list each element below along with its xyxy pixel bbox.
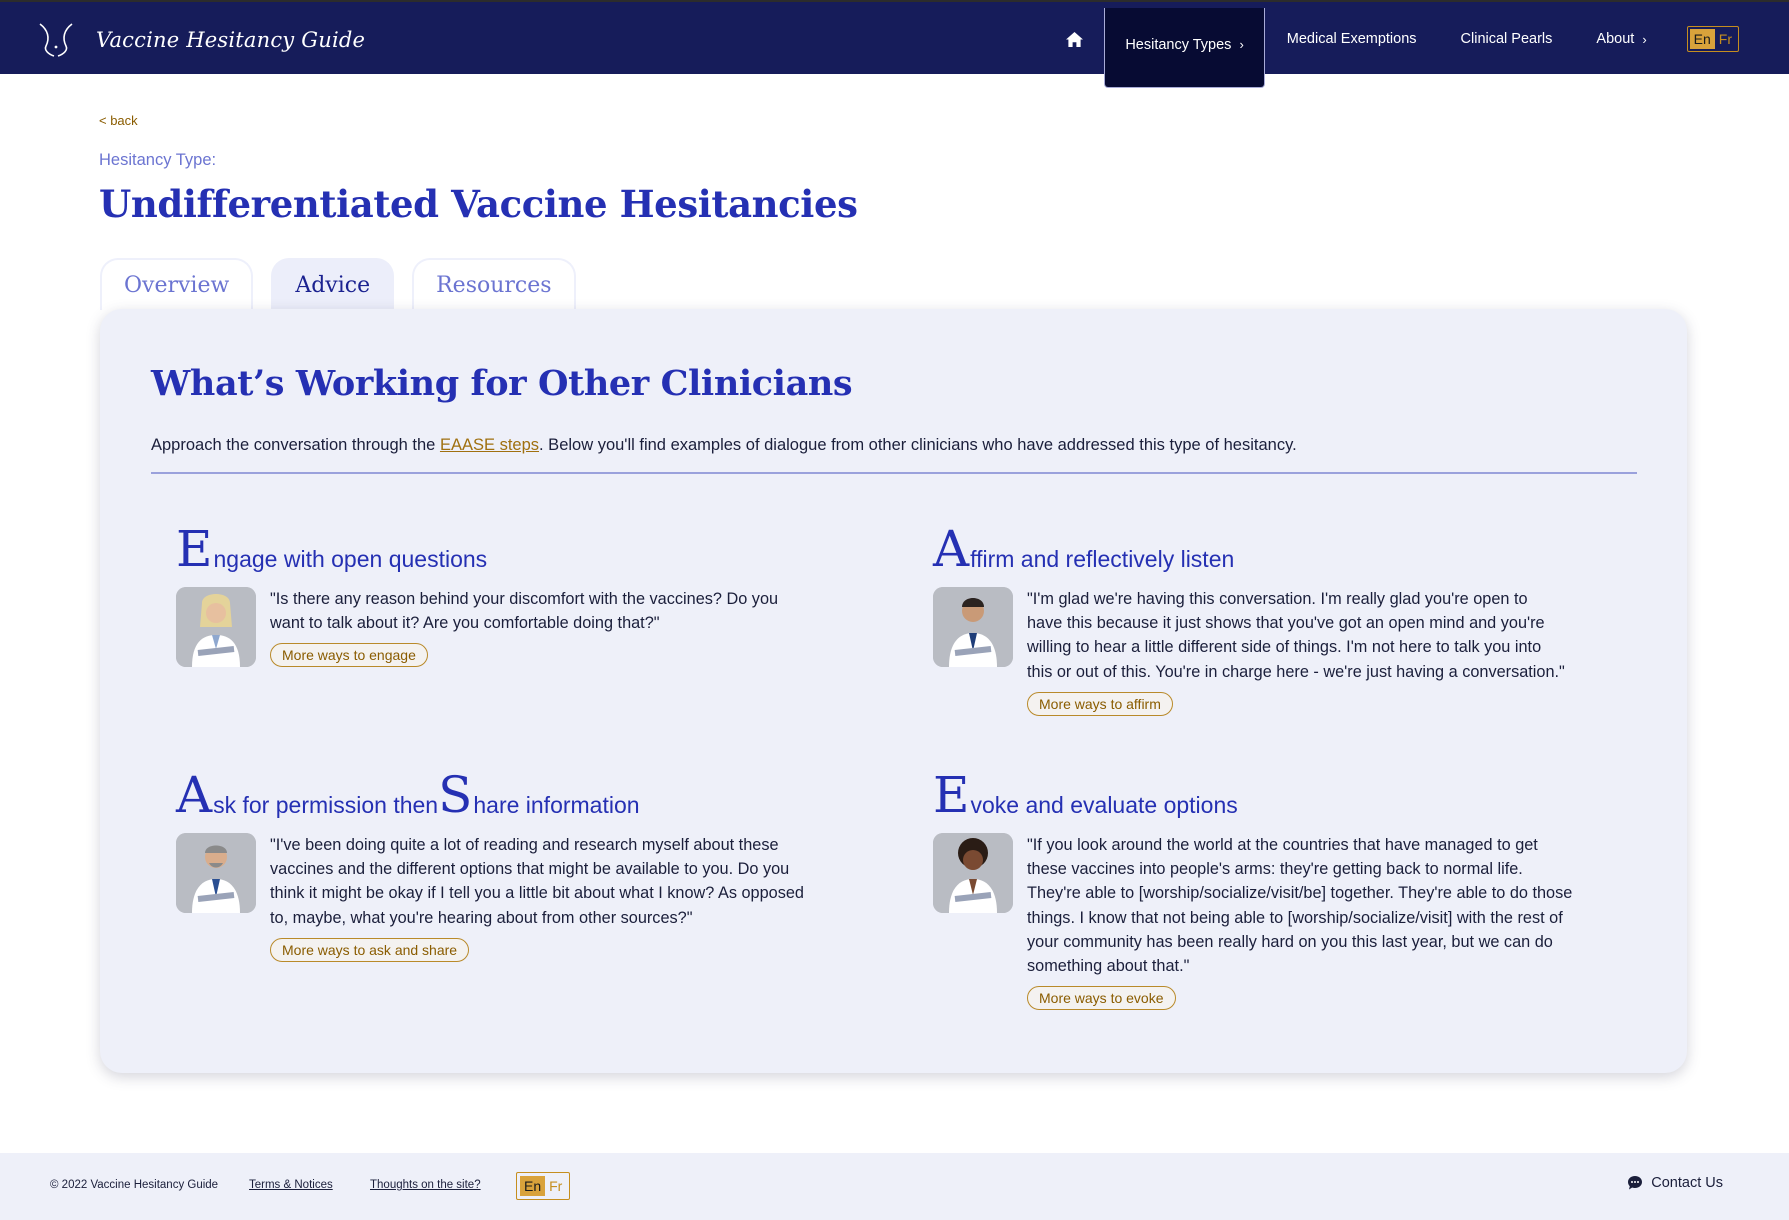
step-ask-share: A sk for permission then S hare informat… bbox=[176, 761, 810, 962]
clinician-quote: "I've been doing quite a lot of reading … bbox=[270, 836, 804, 927]
step-affirm: A ffirm and reflectively listen "I'm gla… bbox=[933, 515, 1567, 716]
nav-label: Medical Exemptions bbox=[1286, 31, 1417, 47]
logo-mark-icon bbox=[39, 23, 73, 57]
advice-card: What’s Working for Other Clinicians Appr… bbox=[100, 309, 1687, 1073]
nav-medical-exemptions[interactable]: Medical Exemptions bbox=[1265, 2, 1439, 76]
terms-link[interactable]: Terms & Notices bbox=[249, 1179, 333, 1191]
step-body: "If you look around the world at the cou… bbox=[933, 833, 1579, 1011]
contact-us-button[interactable]: Contact Us bbox=[1627, 1175, 1723, 1191]
clinician-quote: "Is there any reason behind your discomf… bbox=[270, 590, 779, 633]
copyright: © 2022 Vaccine Hesitancy Guide bbox=[50, 1179, 219, 1191]
site-logo[interactable]: Vaccine Hesitancy Guide bbox=[36, 20, 365, 60]
step-engage: E ngage with open questions "Is there an… bbox=[176, 515, 810, 668]
content-tabs: Overview Advice Resources bbox=[100, 258, 594, 310]
step-heading-text: ngage with open questions bbox=[213, 546, 488, 572]
clinician-quote: "If you look around the world at the cou… bbox=[1027, 836, 1573, 976]
chat-bubble-icon bbox=[1628, 1176, 1643, 1190]
main-nav: Hesitancy Types › Medical Exemptions Cli… bbox=[1050, 2, 1739, 88]
clinician-avatar-icon bbox=[176, 833, 256, 913]
eaase-steps-link[interactable]: EAASE steps bbox=[440, 436, 539, 454]
feedback-link[interactable]: Thoughts on the site? bbox=[370, 1179, 481, 1191]
home-button[interactable] bbox=[1050, 2, 1098, 76]
step-evoke: E voke and evaluate options "If you look… bbox=[933, 761, 1579, 1011]
step-heading: E voke and evaluate options bbox=[933, 761, 1579, 824]
drop-cap: A bbox=[933, 520, 970, 578]
clinician-avatar bbox=[933, 833, 1013, 913]
step-body: "I've been doing quite a lot of reading … bbox=[176, 833, 810, 962]
more-ways-ask-share-button[interactable]: More ways to ask and share bbox=[270, 937, 470, 962]
divider bbox=[151, 472, 1637, 474]
step-heading: A sk for permission then S hare informat… bbox=[176, 761, 810, 824]
language-toggle: En Fr bbox=[1686, 26, 1739, 52]
nav-label: Clinical Pearls bbox=[1460, 31, 1553, 47]
tab-resources[interactable]: Resources bbox=[412, 258, 576, 310]
drop-cap: E bbox=[176, 520, 213, 578]
drop-cap: A bbox=[176, 766, 213, 824]
back-link[interactable]: < back bbox=[99, 113, 138, 128]
clinician-avatar bbox=[176, 833, 256, 913]
clinician-quote: "I'm glad we're having this conversation… bbox=[1027, 590, 1565, 681]
lang-fr-button[interactable]: Fr bbox=[1715, 29, 1736, 49]
drop-cap: S bbox=[438, 766, 473, 824]
step-heading-text: voke and evaluate options bbox=[970, 792, 1238, 818]
clinician-avatar-icon bbox=[933, 587, 1013, 667]
lang-en-button[interactable]: En bbox=[520, 1176, 546, 1196]
nav-about[interactable]: About › bbox=[1574, 2, 1668, 76]
intro-text-start: Approach the conversation through the bbox=[151, 436, 440, 454]
clinician-avatar bbox=[933, 587, 1013, 667]
intro-text-end: . Below you'll find examples of dialogue… bbox=[539, 436, 1297, 454]
clinician-avatar-icon bbox=[933, 833, 1013, 913]
chevron-right-icon: › bbox=[1239, 37, 1244, 52]
step-heading-text: ffirm and reflectively listen bbox=[970, 546, 1235, 572]
contact-label: Contact Us bbox=[1651, 1175, 1723, 1191]
page-title: Undifferentiated Vaccine Hesitancies bbox=[99, 182, 858, 226]
lang-fr-button[interactable]: Fr bbox=[545, 1176, 566, 1196]
lang-en-button[interactable]: En bbox=[1689, 29, 1715, 49]
nav-label: Hesitancy Types bbox=[1125, 36, 1232, 53]
footer: © 2022 Vaccine Hesitancy Guide Terms & N… bbox=[0, 1153, 1789, 1220]
intro-text: Approach the conversation through the EA… bbox=[151, 436, 1297, 455]
nav-label: About bbox=[1596, 31, 1635, 47]
drop-cap: E bbox=[933, 766, 970, 824]
tab-overview[interactable]: Overview bbox=[100, 258, 254, 310]
card-title: What’s Working for Other Clinicians bbox=[151, 363, 853, 404]
chevron-right-icon: › bbox=[1642, 31, 1647, 47]
more-ways-evoke-button[interactable]: More ways to evoke bbox=[1027, 986, 1176, 1011]
clinician-avatar bbox=[176, 587, 256, 667]
hesitancy-type-label: Hesitancy Type: bbox=[99, 151, 217, 169]
top-navigation-bar: Vaccine Hesitancy Guide Hesitancy Types … bbox=[0, 0, 1789, 88]
step-heading-text: sk for permission then bbox=[213, 792, 439, 818]
nav-clinical-pearls[interactable]: Clinical Pearls bbox=[1439, 2, 1575, 76]
more-ways-affirm-button[interactable]: More ways to affirm bbox=[1027, 691, 1173, 716]
step-body: "I'm glad we're having this conversation… bbox=[933, 587, 1567, 716]
step-heading: E ngage with open questions bbox=[176, 515, 810, 578]
brand-name: Vaccine Hesitancy Guide bbox=[96, 28, 366, 52]
nav-hesitancy-types[interactable]: Hesitancy Types › bbox=[1104, 8, 1265, 88]
home-icon bbox=[1065, 31, 1083, 47]
clinician-avatar-icon bbox=[176, 587, 256, 667]
more-ways-engage-button[interactable]: More ways to engage bbox=[270, 643, 428, 668]
step-heading: A ffirm and reflectively listen bbox=[933, 515, 1567, 578]
step-body: "Is there any reason behind your discomf… bbox=[176, 587, 810, 668]
step-heading-text: hare information bbox=[473, 792, 640, 818]
tab-advice[interactable]: Advice bbox=[271, 258, 395, 310]
footer-language-toggle: En Fr bbox=[516, 1172, 571, 1200]
